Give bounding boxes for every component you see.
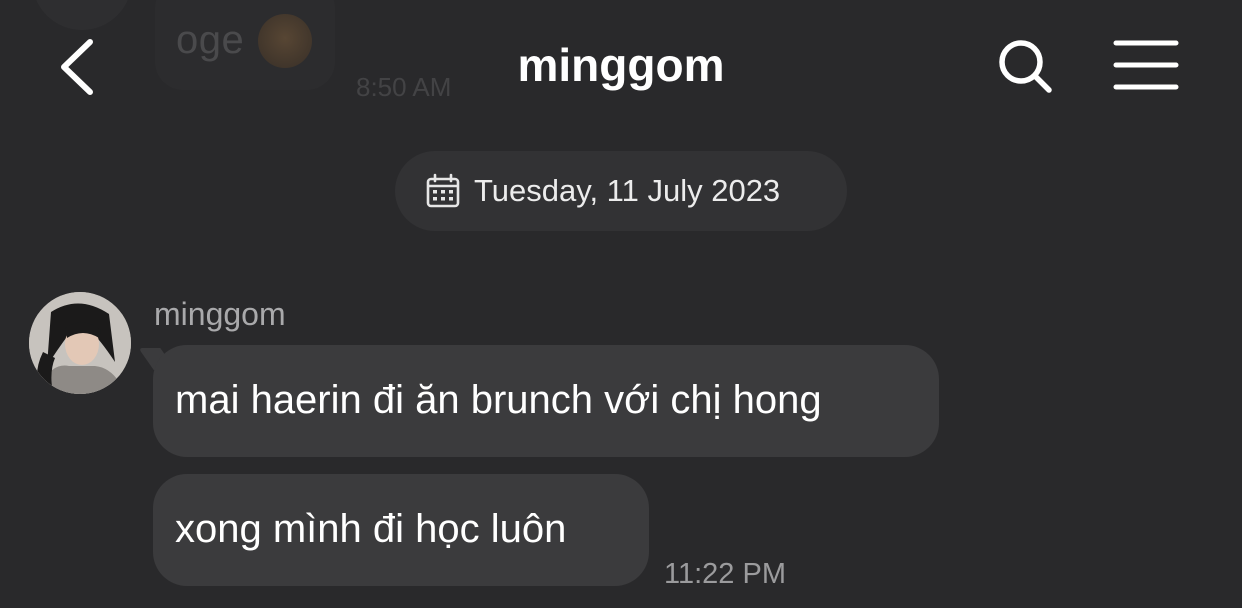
message-text: xong mình đi học luôn [175, 507, 567, 551]
search-icon [999, 40, 1052, 93]
avatar-photo [29, 292, 131, 394]
date-label: Tuesday, 11 July 2023 [474, 173, 781, 208]
message-text: mai haerin đi ăn brunch với chị hong [175, 378, 822, 422]
calendar-icon [426, 173, 460, 208]
sender-name: minggom [154, 296, 286, 332]
message-bubble[interactable]: xong mình đi học luôn [153, 474, 649, 586]
message-bubble[interactable]: mai haerin đi ăn brunch với chị hong [153, 345, 939, 457]
date-divider: Tuesday, 11 July 2023 [395, 151, 847, 231]
avatar[interactable] [29, 292, 131, 394]
previous-avatar [32, 0, 132, 30]
message-timestamp: 11:22 PM [664, 558, 786, 590]
search-button[interactable] [994, 36, 1056, 98]
menu-icon [1113, 40, 1179, 90]
menu-button[interactable] [1112, 38, 1180, 92]
